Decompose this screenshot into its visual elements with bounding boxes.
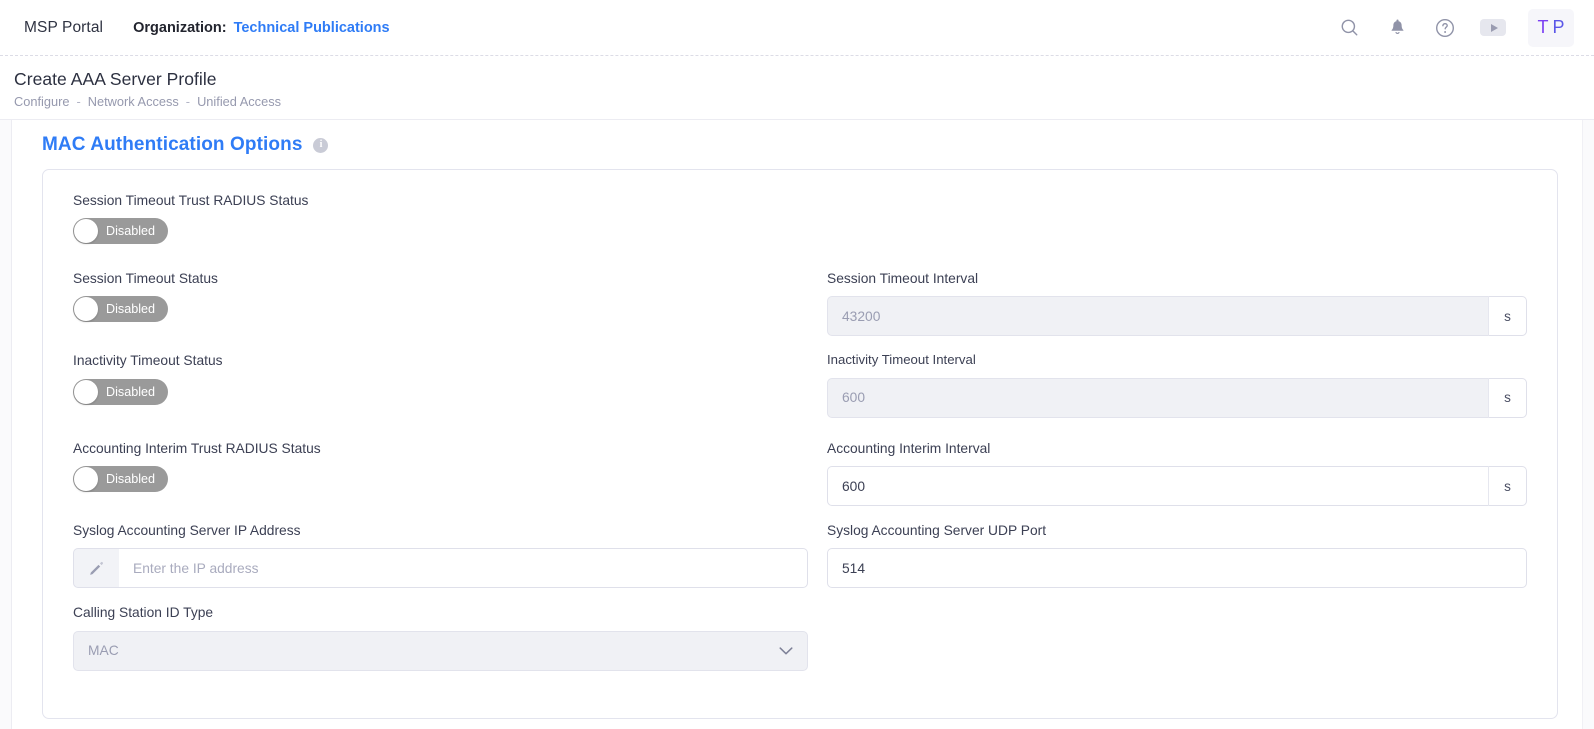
- row-spacer: [827, 336, 1527, 352]
- page-body: MAC Authentication Options i Session Tim…: [0, 120, 1594, 729]
- form-grid: Session Timeout Trust RADIUS Status Disa…: [73, 192, 1527, 671]
- session-timeout-interval-group: 43200 s: [827, 296, 1527, 336]
- inactivity-timeout-interval-input[interactable]: 600: [827, 378, 1489, 418]
- section-title: MAC Authentication Options: [42, 134, 302, 156]
- breadcrumb-item-network-access[interactable]: Network Access: [88, 94, 179, 109]
- toggle-knob: [74, 380, 98, 404]
- breadcrumb-separator: -: [186, 94, 190, 109]
- field-label: Session Timeout Trust RADIUS Status: [73, 192, 808, 209]
- row-spacer: [73, 336, 808, 352]
- syslog-udp-port-group: 514: [827, 548, 1527, 588]
- organization-selector[interactable]: Organization: Technical Publications: [133, 20, 390, 36]
- row-spacer: [827, 418, 1527, 440]
- field-label: Inactivity Timeout Status: [73, 352, 808, 369]
- row-spacer: [827, 248, 1527, 270]
- field-session-timeout-interval: Session Timeout Interval 43200 s: [827, 270, 1527, 336]
- session-timeout-interval-input[interactable]: 43200: [827, 296, 1489, 336]
- row-spacer: [73, 418, 808, 440]
- organization-name[interactable]: Technical Publications: [234, 20, 390, 36]
- field-label: Calling Station ID Type: [73, 604, 808, 621]
- spacer: [827, 604, 1527, 670]
- calling-station-id-type-value: MAC: [88, 643, 119, 658]
- toggle-state-label: Disabled: [106, 385, 155, 399]
- question-circle-icon[interactable]: [1432, 15, 1458, 41]
- session-timeout-interval-unit: s: [1489, 296, 1527, 336]
- toggle-knob: [74, 297, 98, 321]
- field-label: Session Timeout Interval: [827, 270, 1527, 287]
- toggle-state-label: Disabled: [106, 472, 155, 486]
- chevron-down-icon: [779, 646, 793, 655]
- breadcrumb-separator: -: [77, 94, 81, 109]
- inactivity-timeout-interval-unit: s: [1489, 378, 1527, 418]
- row-spacer: [73, 506, 808, 522]
- play-video-icon[interactable]: [1480, 19, 1506, 36]
- field-calling-station-id-type: Calling Station ID Type MAC: [73, 604, 808, 670]
- mac-authentication-options-card: Session Timeout Trust RADIUS Status Disa…: [42, 169, 1558, 719]
- inactivity-timeout-interval-group: 600 s: [827, 378, 1527, 418]
- field-label: Inactivity Timeout Interval: [827, 352, 1527, 369]
- calling-station-id-type-select[interactable]: MAC: [73, 631, 808, 671]
- avatar[interactable]: T P: [1528, 9, 1574, 47]
- field-accounting-interim-interval: Accounting Interim Interval 600 s: [827, 440, 1527, 506]
- field-label: Syslog Accounting Server IP Address: [73, 522, 808, 539]
- row-spacer: [73, 588, 808, 604]
- session-timeout-trust-radius-toggle[interactable]: Disabled: [73, 218, 168, 244]
- pencil-icon[interactable]: [73, 548, 119, 588]
- field-inactivity-timeout-interval: Inactivity Timeout Interval 600 s: [827, 352, 1527, 418]
- field-label: Accounting Interim Interval: [827, 440, 1527, 457]
- field-syslog-ip: Syslog Accounting Server IP Address Ente…: [73, 522, 808, 588]
- toggle-state-label: Disabled: [106, 224, 155, 238]
- search-icon[interactable]: [1336, 15, 1362, 41]
- toggle-knob: [74, 219, 98, 243]
- bell-icon[interactable]: [1384, 15, 1410, 41]
- inactivity-timeout-status-toggle[interactable]: Disabled: [73, 379, 168, 405]
- breadcrumb-item-configure[interactable]: Configure: [14, 94, 70, 109]
- section-header: MAC Authentication Options i: [12, 134, 1582, 156]
- field-label: Accounting Interim Trust RADIUS Status: [73, 440, 808, 457]
- toggle-state-label: Disabled: [106, 302, 155, 316]
- session-timeout-status-toggle[interactable]: Disabled: [73, 296, 168, 322]
- row-spacer: [827, 506, 1527, 522]
- row-spacer: [827, 588, 1527, 604]
- avatar-initial-second: P: [1552, 17, 1564, 38]
- spacer: [827, 192, 1527, 248]
- breadcrumb-item-unified-access[interactable]: Unified Access: [197, 94, 281, 109]
- row-spacer: [73, 248, 808, 270]
- accounting-interim-interval-unit: s: [1489, 466, 1527, 506]
- toggle-knob: [74, 467, 98, 491]
- left-rail: [0, 120, 12, 729]
- app-brand: MSP Portal: [24, 19, 103, 37]
- main-content: MAC Authentication Options i Session Tim…: [12, 120, 1582, 729]
- syslog-udp-port-input[interactable]: 514: [827, 548, 1527, 588]
- accounting-interim-trust-radius-toggle[interactable]: Disabled: [73, 466, 168, 492]
- syslog-ip-input[interactable]: Enter the IP address: [119, 548, 808, 588]
- field-syslog-udp-port: Syslog Accounting Server UDP Port 514: [827, 522, 1527, 588]
- info-icon[interactable]: i: [313, 138, 328, 153]
- field-session-timeout-trust-radius: Session Timeout Trust RADIUS Status Disa…: [73, 192, 808, 248]
- field-accounting-interim-trust-radius: Accounting Interim Trust RADIUS Status D…: [73, 440, 808, 506]
- avatar-initial-first: T: [1537, 17, 1548, 38]
- field-label: Session Timeout Status: [73, 270, 808, 287]
- syslog-ip-group: Enter the IP address: [73, 548, 808, 588]
- top-bar: MSP Portal Organization: Technical Publi…: [0, 0, 1594, 56]
- accounting-interim-interval-group: 600 s: [827, 466, 1527, 506]
- page-title: Create AAA Server Profile: [14, 69, 1594, 90]
- field-inactivity-timeout-status: Inactivity Timeout Status Disabled: [73, 352, 808, 418]
- accounting-interim-interval-input[interactable]: 600: [827, 466, 1489, 506]
- top-bar-actions: T P: [1336, 9, 1580, 47]
- scrollbar-gutter[interactable]: [1582, 120, 1594, 729]
- breadcrumb: Configure - Network Access - Unified Acc…: [14, 94, 1594, 109]
- organization-label: Organization:: [133, 20, 226, 36]
- page-header: Create AAA Server Profile Configure - Ne…: [0, 56, 1594, 120]
- field-label: Syslog Accounting Server UDP Port: [827, 522, 1527, 539]
- field-session-timeout-status: Session Timeout Status Disabled: [73, 270, 808, 336]
